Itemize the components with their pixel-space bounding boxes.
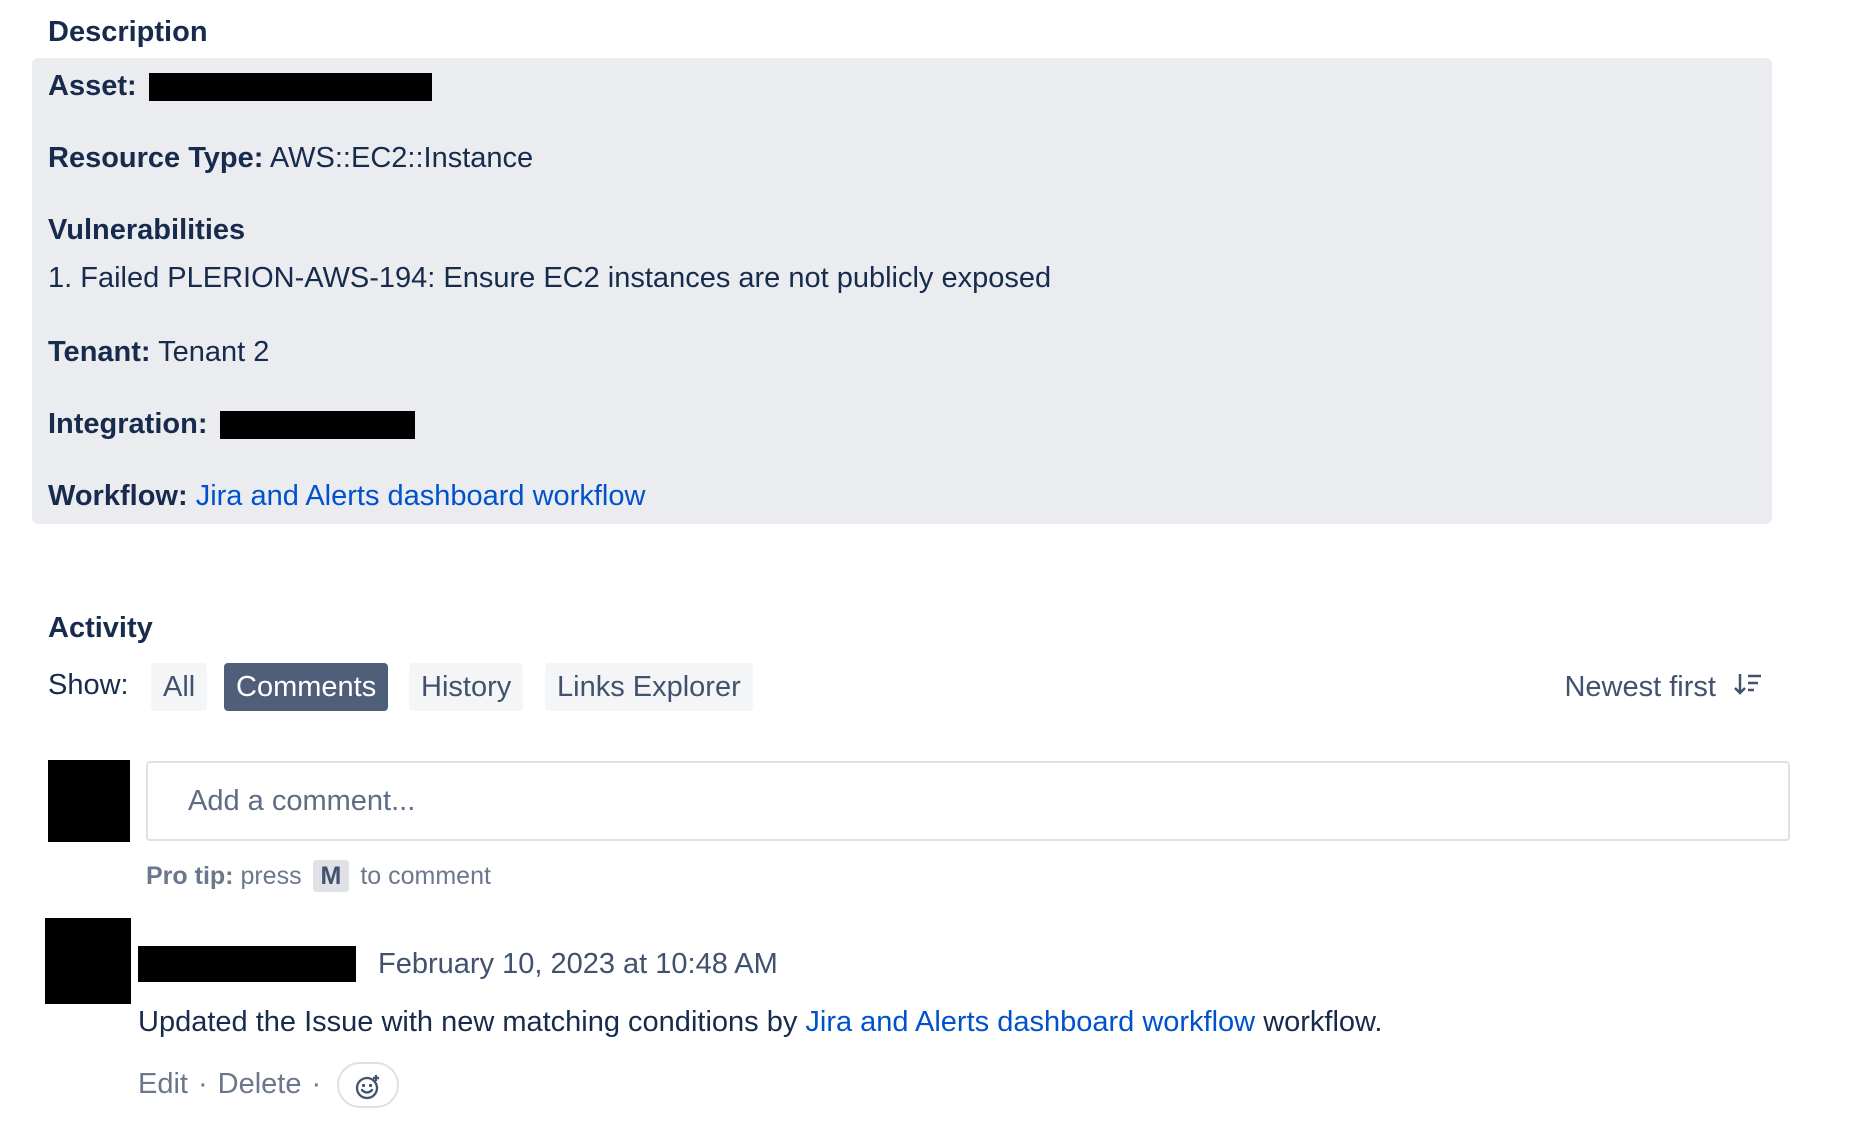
comment-body-suffix: workflow. [1263, 1006, 1383, 1038]
sort-order-label: Newest first [1564, 671, 1716, 703]
integration-label: Integration: [48, 408, 208, 440]
vulnerabilities-label: Vulnerabilities [48, 214, 246, 246]
comment-actions: Edit · Delete · [138, 1060, 400, 1109]
vulnerability-item: 1. Failed PLERION-AWS-194: Ensure EC2 in… [48, 262, 1052, 294]
delete-comment-button[interactable]: Delete [218, 1068, 302, 1100]
pro-tip-press: press [240, 862, 302, 890]
sort-descending-icon [1734, 664, 1762, 712]
show-label: Show: [48, 669, 129, 701]
tenant-label: Tenant: [48, 336, 151, 368]
vulnerabilities-heading: Vulnerabilities [48, 212, 245, 248]
add-comment-input[interactable] [146, 761, 1790, 841]
asset-label: Asset: [48, 70, 137, 102]
sort-order-button[interactable]: Newest first [1564, 663, 1762, 711]
workflow-link[interactable]: Jira and Alerts dashboard workflow [196, 480, 646, 512]
tenant-row: Tenant: Tenant 2 [48, 334, 269, 370]
pro-tip-label: Pro tip: [146, 862, 234, 890]
comment-body: Updated the Issue with new matching cond… [138, 1006, 1382, 1039]
filter-all-button[interactable]: All [151, 663, 208, 711]
shortcut-key: M [312, 860, 350, 892]
add-reaction-button[interactable] [337, 1062, 400, 1109]
asset-row: Asset: [48, 68, 432, 104]
resource-type-label: Resource Type: [48, 142, 264, 174]
current-user-avatar [48, 760, 130, 842]
pro-tip-suffix: to comment [360, 862, 491, 890]
description-heading: Description [48, 16, 208, 48]
filter-history-button[interactable]: History [409, 663, 524, 711]
pro-tip: Pro tip: press M to comment [146, 860, 491, 892]
resource-type-row: Resource Type: AWS::EC2::Instance [48, 140, 533, 176]
comment-body-prefix: Updated the Issue with new matching cond… [138, 1006, 798, 1038]
comment-author-name-redacted[interactable] [138, 946, 356, 982]
edit-comment-button[interactable]: Edit [138, 1068, 188, 1100]
comment-author-avatar[interactable] [45, 918, 131, 1004]
integration-row: Integration: [48, 406, 415, 442]
separator: · [197, 1068, 208, 1100]
workflow-label: Workflow: [48, 480, 188, 512]
activity-heading: Activity [48, 612, 153, 644]
resource-type-value: AWS::EC2::Instance [269, 142, 534, 174]
filter-comments-button[interactable]: Comments [224, 663, 389, 711]
separator: · [311, 1068, 322, 1100]
tenant-value: Tenant 2 [158, 336, 270, 368]
add-reaction-icon [355, 1069, 381, 1101]
asset-value-redacted [148, 73, 432, 102]
workflow-row: Workflow: Jira and Alerts dashboard work… [48, 478, 645, 514]
comment-workflow-link[interactable]: Jira and Alerts dashboard workflow [805, 1006, 1255, 1038]
integration-value-redacted[interactable] [219, 411, 415, 440]
filter-links-explorer-button[interactable]: Links Explorer [545, 663, 753, 711]
comment-timestamp[interactable]: February 10, 2023 at 10:48 AM [378, 948, 778, 981]
